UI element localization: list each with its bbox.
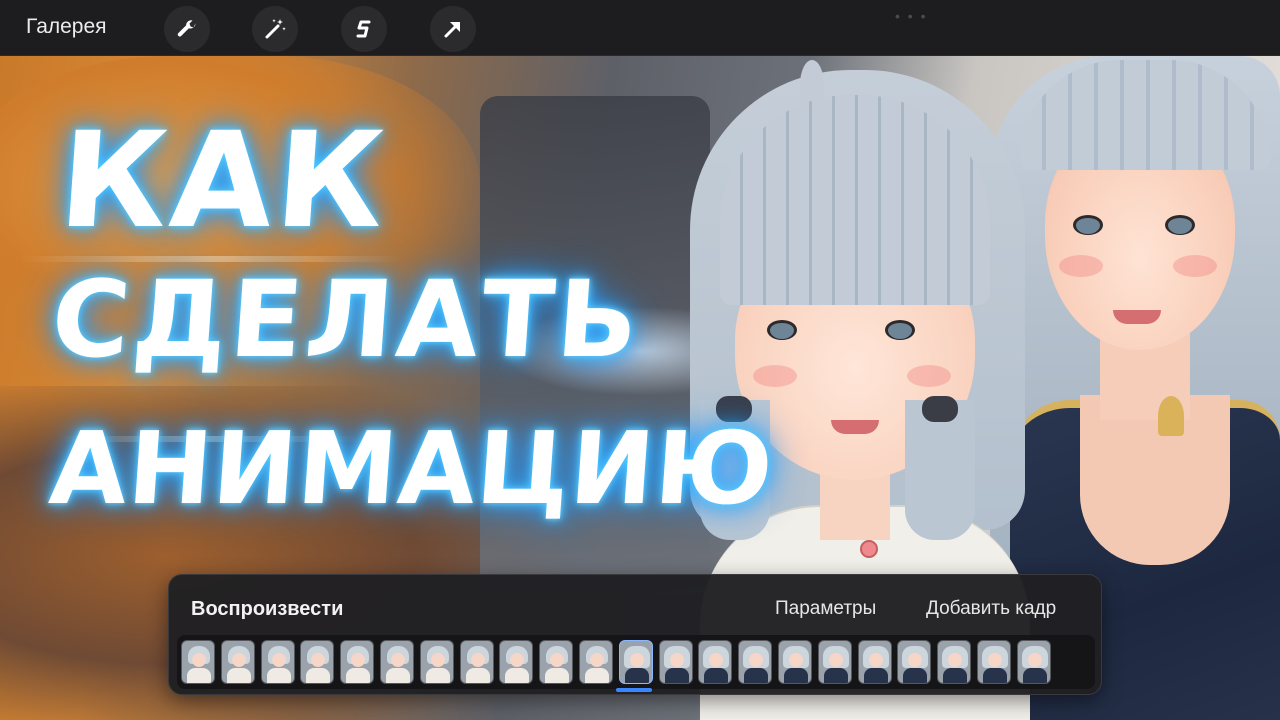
blush — [753, 365, 797, 387]
pendant — [1158, 396, 1184, 436]
eye — [1073, 215, 1103, 235]
top-toolbar: Галерея • • • — [0, 0, 1280, 56]
frame-thumbnail-art — [664, 668, 689, 683]
blush — [1173, 255, 1217, 277]
gallery-button[interactable]: Галерея — [26, 15, 107, 39]
frame-thumbnail-art — [1022, 668, 1047, 683]
eye — [885, 320, 915, 340]
flower-choker — [860, 540, 878, 558]
frame-thumbnail[interactable] — [419, 640, 454, 684]
frame-thumbnail[interactable] — [738, 640, 773, 684]
frame-thumbnail[interactable] — [260, 640, 295, 684]
frame-thumbnail[interactable] — [937, 640, 972, 684]
frame-thumbnail-art — [624, 668, 649, 683]
handle-dots-icon: • • • — [895, 8, 928, 24]
frame-thumbnail-art — [231, 653, 246, 667]
character-left-neck — [820, 470, 890, 540]
frame-thumbnail[interactable] — [777, 640, 812, 684]
hair-tie — [922, 396, 958, 422]
frame-thumbnail-art — [510, 653, 525, 667]
frame-thumbnail-art — [744, 668, 769, 683]
frame-thumbnail-art — [470, 653, 485, 667]
blush — [1059, 255, 1103, 277]
add-frame-button[interactable]: Добавить кадр — [926, 598, 1056, 620]
frame-thumbnail-art — [271, 653, 286, 667]
frame-thumbnail[interactable] — [698, 640, 733, 684]
frame-thumbnail[interactable] — [499, 640, 534, 684]
transform-arrow-icon — [444, 22, 460, 38]
frame-thumbnail-art — [351, 653, 366, 667]
frame-thumbnail-art — [430, 653, 445, 667]
frame-thumbnail-art — [311, 653, 326, 667]
frame-thumbnail-art — [863, 668, 888, 683]
character-right-chest — [1080, 395, 1230, 565]
actions-button[interactable] — [164, 6, 210, 52]
frame-thumbnail[interactable] — [379, 640, 414, 684]
frame-thumbnail-art — [943, 668, 968, 683]
frame-thumbnail-art — [425, 668, 450, 683]
frame-thumbnail[interactable] — [459, 640, 494, 684]
current-frame-indicator — [616, 688, 652, 692]
frame-thumbnail-art — [550, 653, 565, 667]
blush — [907, 365, 951, 387]
frame-thumbnail-art — [982, 668, 1007, 683]
frame-thumbnail-art — [788, 653, 803, 667]
frame-thumbnail[interactable] — [181, 640, 215, 684]
frame-thumbnail-art — [669, 653, 684, 667]
frame-thumbnail[interactable] — [1016, 640, 1051, 684]
frame-thumbnail-art — [589, 653, 604, 667]
frame-thumbnail-art — [266, 668, 291, 683]
magic-wand-icon — [265, 19, 286, 39]
frame-thumbnail-art — [987, 653, 1002, 667]
frame-thumbnail[interactable] — [857, 640, 892, 684]
frame-thumbnail-art — [545, 668, 570, 683]
frame-timeline[interactable] — [177, 635, 1095, 689]
frame-thumbnail-art — [584, 668, 609, 683]
title-line-3: АНИМАЦИЮ — [45, 410, 778, 527]
frame-thumbnail-art — [783, 668, 808, 683]
frame-thumbnail-art — [823, 668, 848, 683]
lips — [1113, 310, 1161, 324]
selection-button[interactable] — [341, 6, 387, 52]
frame-thumbnail-art — [226, 668, 251, 683]
wrench-icon — [177, 20, 196, 37]
frame-thumbnail-art — [505, 668, 530, 683]
frame-thumbnail-art — [385, 668, 410, 683]
frame-thumbnail-art — [704, 668, 729, 683]
frame-thumbnail[interactable] — [578, 640, 613, 684]
lips — [831, 420, 879, 434]
frame-thumbnail-art — [903, 668, 928, 683]
settings-button[interactable]: Параметры — [775, 598, 876, 620]
frame-thumbnail-art — [346, 668, 371, 683]
selection-s-icon — [356, 20, 371, 38]
frame-thumbnail-art — [390, 653, 405, 667]
frame-thumbnail-art — [868, 653, 883, 667]
transform-button[interactable] — [430, 6, 476, 52]
frame-thumbnail[interactable] — [220, 640, 255, 684]
frame-thumbnail-art — [1027, 653, 1042, 667]
frame-thumbnail[interactable] — [817, 640, 852, 684]
adjustments-button[interactable] — [252, 6, 298, 52]
frame-thumbnail-art — [306, 668, 331, 683]
frame-thumbnail-art — [465, 668, 490, 683]
title-line-1: КАК — [54, 104, 393, 258]
frame-thumbnail[interactable] — [976, 640, 1011, 684]
frame-thumbnail[interactable] — [618, 640, 653, 684]
frame-thumbnail-art — [192, 653, 206, 667]
frame-thumbnail-art — [629, 653, 644, 667]
animation-assist-panel: Воспроизвести Параметры Добавить кадр — [168, 574, 1102, 695]
eye — [1165, 215, 1195, 235]
frame-thumbnail-art — [828, 653, 843, 667]
frame-thumbnail[interactable] — [340, 640, 375, 684]
frame-thumbnail[interactable] — [897, 640, 932, 684]
frame-thumbnail[interactable] — [300, 640, 335, 684]
title-line-2: СДЕЛАТЬ — [47, 258, 646, 381]
eye — [767, 320, 797, 340]
frame-thumbnail[interactable] — [539, 640, 574, 684]
play-button[interactable]: Воспроизвести — [191, 598, 343, 621]
frame-thumbnail-art — [187, 668, 211, 683]
frame-thumbnail[interactable] — [658, 640, 693, 684]
